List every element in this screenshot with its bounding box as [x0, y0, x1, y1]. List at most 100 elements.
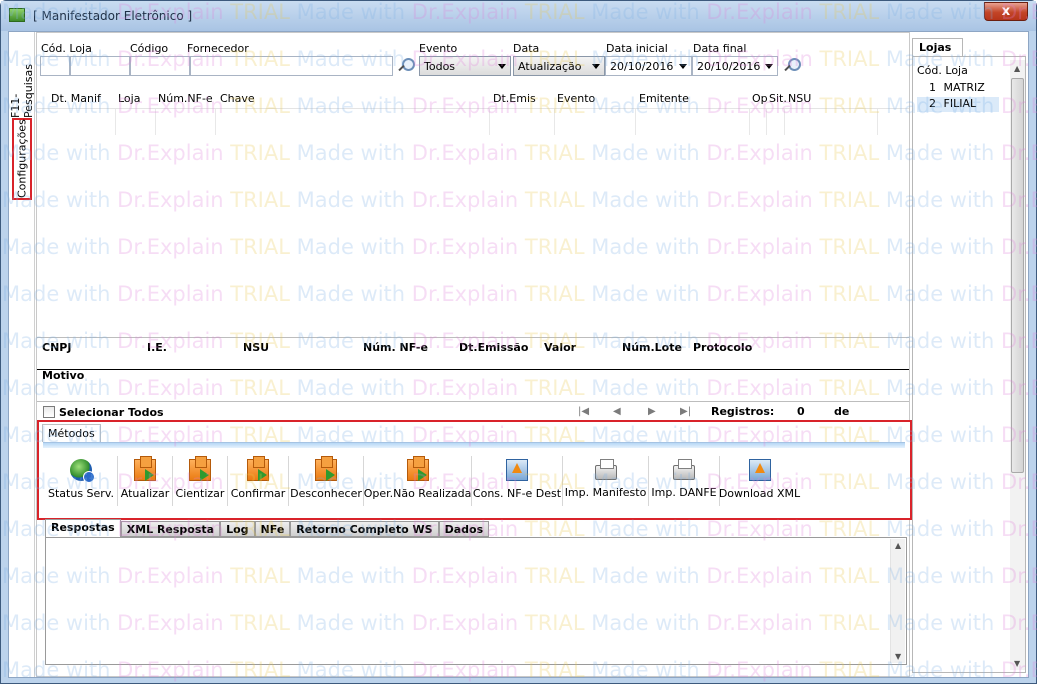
- download-xml-label: Download XML: [718, 487, 801, 500]
- fornecedor-input[interactable]: [190, 56, 393, 76]
- registros-label: Registros:: [711, 405, 775, 418]
- grid-divider: [489, 109, 490, 135]
- data-inicial-picker[interactable]: 20/10/2016: [605, 56, 692, 76]
- detail-col-dt-emissao: Dt.Emissão: [459, 341, 529, 354]
- last-record-icon[interactable]: ▶|: [680, 406, 691, 417]
- loja-name-input[interactable]: [70, 56, 130, 76]
- grid-body[interactable]: [37, 109, 909, 135]
- output-scrollbar[interactable]: ▲ ▼: [890, 539, 905, 663]
- evento-select[interactable]: Todos: [419, 56, 511, 76]
- col-sit[interactable]: Sit.: [769, 92, 787, 105]
- lojas-header[interactable]: Cód. Loja: [917, 64, 968, 77]
- search-fornecedor-icon[interactable]: [396, 57, 415, 75]
- select-all-checkbox[interactable]: [43, 406, 55, 418]
- next-record-icon[interactable]: ▶: [648, 406, 656, 417]
- grid-divider: [115, 109, 116, 135]
- desconhecer-label: Desconhecer: [290, 487, 362, 500]
- desconhecer-arrow-icon: [315, 456, 337, 481]
- lojas-scrollbar[interactable]: ▲ ▼: [1010, 60, 1025, 670]
- col-emitente[interactable]: Emitente: [639, 92, 689, 105]
- col-nsu[interactable]: NSU: [788, 92, 811, 105]
- registros-count: 0: [797, 405, 805, 418]
- detail-col-num-lote: Núm.Lote: [622, 341, 682, 354]
- window-title: [ Manifestador Eletrônico ]: [33, 9, 193, 23]
- chevron-down-icon: [765, 63, 773, 69]
- imp-danfe-label: Imp. DANFE: [651, 486, 717, 499]
- download-xml-button[interactable]: Download XML: [718, 456, 801, 506]
- chevron-down-icon: [592, 63, 600, 69]
- search-icon[interactable]: [782, 57, 801, 75]
- cod-loja-input[interactable]: [40, 56, 70, 76]
- scroll-up-icon[interactable]: ▲: [1014, 64, 1020, 73]
- loja-row[interactable]: 2 FILIAL: [917, 97, 999, 112]
- col-loja[interactable]: Loja: [118, 92, 140, 105]
- grid-divider: [749, 109, 750, 135]
- lojas-panel: Cód. Loja 1 MATRIZ 2 FILIAL ▲ ▼: [912, 56, 1026, 673]
- col-dt-manif[interactable]: Dt. Manif: [51, 92, 101, 105]
- data-inicial-label: Data inicial: [606, 42, 668, 55]
- scroll-down-icon[interactable]: ▼: [895, 652, 901, 661]
- confirmar-arrow-icon: [247, 456, 269, 481]
- col-num-nfe[interactable]: Núm.NF-e: [158, 92, 213, 105]
- tab-dados[interactable]: Dados: [438, 521, 490, 537]
- tab-retorno-completo-ws[interactable]: Retorno Completo WS: [290, 521, 439, 537]
- data-final-label: Data final: [693, 42, 747, 55]
- col-dt-emis[interactable]: Dt.Emis: [493, 92, 536, 105]
- printer-icon: [673, 459, 695, 480]
- col-evento[interactable]: Evento: [557, 92, 595, 105]
- desconhecer-button[interactable]: Desconhecer: [288, 456, 363, 506]
- scroll-thumb[interactable]: [1011, 78, 1024, 473]
- col-op[interactable]: Op: [752, 92, 768, 105]
- data-select[interactable]: Atualização: [513, 56, 605, 76]
- loja-name: MATRIZ: [943, 81, 985, 94]
- data-inicial-value: 20/10/2016: [610, 59, 674, 73]
- tab-log[interactable]: Log: [220, 521, 255, 537]
- tab-nfe[interactable]: NFe: [254, 521, 291, 537]
- imp-manifesto-button[interactable]: Imp. Manifesto: [562, 456, 648, 506]
- fornecedor-label: Fornecedor: [187, 42, 249, 55]
- upload-icon: [506, 459, 528, 481]
- codigo-label: Código: [130, 42, 169, 55]
- data-label: Data: [513, 42, 540, 55]
- tab-configuracoes[interactable]: Configurações: [12, 118, 32, 200]
- imp-danfe-button[interactable]: Imp. DANFE: [648, 456, 719, 506]
- respostas-textarea[interactable]: ▲ ▼: [45, 537, 907, 665]
- tab-f11-pesquisas[interactable]: F11-Pesquisas: [9, 40, 35, 118]
- confirmar-label: Confirmar: [230, 487, 286, 500]
- status-serv-button[interactable]: Status Serv.: [45, 456, 117, 506]
- loja-name: FILIAL: [943, 97, 977, 110]
- scroll-down-icon[interactable]: ▼: [1014, 659, 1020, 668]
- oper-arrow-icon: [406, 456, 429, 481]
- close-button[interactable]: x: [984, 2, 1028, 21]
- atualizar-button[interactable]: Atualizar: [117, 456, 172, 506]
- select-all-label[interactable]: Selecionar Todos: [59, 406, 164, 419]
- grid-divider: [635, 109, 636, 135]
- tab-metodos[interactable]: Métodos: [42, 424, 101, 442]
- prev-record-icon[interactable]: ◀: [613, 406, 621, 417]
- evento-select-value: Todos: [424, 59, 456, 73]
- metodos-panel: Métodos Status Serv. Atualizar Cientizar: [37, 420, 912, 520]
- grid-divider: [215, 109, 216, 135]
- cientizar-button[interactable]: Cientizar: [172, 456, 227, 506]
- cientizar-label: Cientizar: [175, 487, 225, 500]
- tab-xml-resposta[interactable]: XML Resposta: [120, 521, 221, 537]
- data-final-picker[interactable]: 20/10/2016: [692, 56, 778, 76]
- first-record-icon[interactable]: |◀: [578, 406, 589, 417]
- app-window: [ Manifestador Eletrônico ] x F11-Pesqui…: [0, 0, 1037, 684]
- scroll-up-icon[interactable]: ▲: [895, 541, 901, 550]
- grid-divider: [155, 109, 156, 135]
- loja-row[interactable]: 1 MATRIZ: [917, 81, 999, 96]
- detail-col-ie: I.E.: [147, 341, 167, 354]
- motivo-label: Motivo: [42, 369, 85, 382]
- confirmar-button[interactable]: Confirmar: [227, 456, 288, 506]
- oper-nao-realizada-button[interactable]: Oper.Não Realizada: [363, 456, 471, 506]
- grid-header: Dt. Manif Loja Núm.NF-e Chave Dt.Emis Ev…: [37, 91, 909, 109]
- tab-respostas[interactable]: Respostas: [45, 519, 121, 537]
- cons-nfe-dest-button[interactable]: Cons. NF-e Dest: [471, 456, 562, 506]
- grid-divider: [766, 109, 767, 135]
- cons-nfe-dest-label: Cons. NF-e Dest: [472, 487, 562, 500]
- codigo-input[interactable]: [130, 56, 190, 76]
- detail-col-valor: Valor: [544, 341, 577, 354]
- col-chave[interactable]: Chave: [220, 92, 255, 105]
- tab-lojas[interactable]: Lojas: [912, 38, 963, 56]
